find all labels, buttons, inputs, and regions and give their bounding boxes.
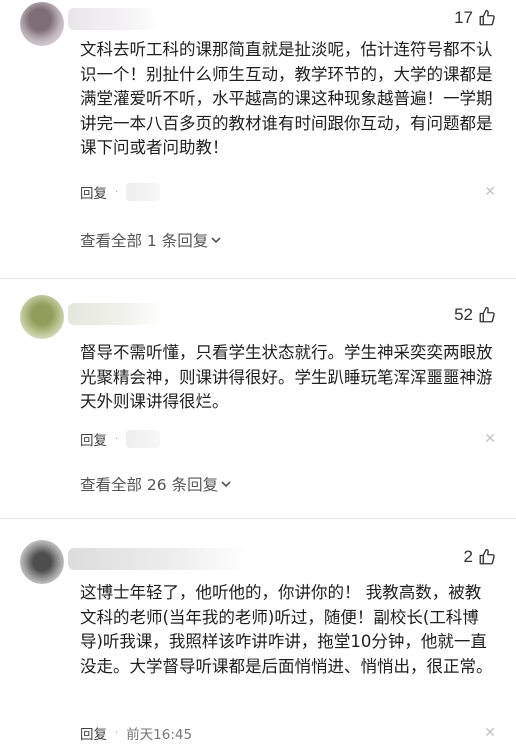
chevron-down-icon: [221, 481, 231, 488]
view-replies-link[interactable]: 查看全部 26 条回复: [80, 473, 232, 495]
avatar[interactable]: [20, 540, 64, 584]
chevron-down-icon: [211, 237, 221, 244]
view-replies-link[interactable]: 查看全部 1 条回复: [80, 229, 222, 251]
divider: [0, 518, 516, 519]
avatar[interactable]: [20, 295, 64, 339]
comment-item: 52 督导不需听懂，只看学生状态就行。学生神采奕奕两眼放光聚精会神，则课讲得很好…: [0, 279, 516, 518]
timestamp-blurred: [126, 430, 161, 448]
close-icon[interactable]: ✕: [484, 431, 496, 447]
comment-item: 17 文科去听工科的课那简直就是扯淡呢，估计连符号都不认识一个！别扯什么师生互动…: [0, 0, 516, 278]
avatar[interactable]: [20, 2, 64, 46]
thumbs-up-icon: [479, 548, 495, 565]
separator-dot: ·: [115, 727, 119, 739]
timestamp-blurred: [126, 183, 161, 201]
thumbs-up-icon: [479, 306, 495, 323]
close-icon[interactable]: ✕: [484, 725, 496, 741]
comment-meta: 回复 · ✕: [80, 429, 496, 449]
username-blurred[interactable]: [68, 8, 158, 30]
reply-button[interactable]: 回复: [80, 429, 107, 449]
view-replies-label: 查看全部 1 条回复: [80, 232, 209, 250]
like-button[interactable]: 52: [454, 305, 496, 325]
reply-button[interactable]: 回复: [80, 182, 107, 202]
timestamp: 前天16:45: [126, 727, 193, 743]
comment-meta: 回复 · ✕: [80, 182, 496, 202]
separator-dot: ·: [115, 186, 119, 198]
like-button[interactable]: 17: [454, 8, 496, 28]
reply-button[interactable]: 回复: [80, 723, 107, 743]
like-count: 52: [454, 305, 473, 324]
like-count: 2: [463, 547, 473, 566]
like-button[interactable]: 2: [464, 547, 496, 567]
username-blurred[interactable]: [68, 548, 248, 570]
thumbs-up-icon: [479, 9, 495, 26]
view-replies-label: 查看全部 26 条回复: [80, 476, 219, 494]
close-icon[interactable]: ✕: [484, 184, 496, 200]
username-blurred[interactable]: [68, 303, 163, 325]
comment-item: 2 这博士年轻了，他听他的，你讲你的！ 我教高数，被教文科的老师(当年我的老师)…: [0, 518, 516, 747]
like-count: 17: [454, 8, 473, 27]
comment-meta: 回复 · 前天16:45 ✕: [80, 723, 496, 743]
separator-dot: ·: [115, 433, 119, 445]
comment-text: 这博士年轻了，他听他的，你讲你的！ 我教高数，被教文科的老师(当年我的老师)听过…: [80, 583, 493, 676]
comment-text: 文科去听工科的课那简直就是扯淡呢，估计连符号都不认识一个！别扯什么师生互动，教学…: [80, 40, 493, 157]
comment-text: 督导不需听懂，只看学生状态就行。学生神采奕奕两眼放光聚精会神，则课讲得很好。学生…: [80, 343, 493, 411]
